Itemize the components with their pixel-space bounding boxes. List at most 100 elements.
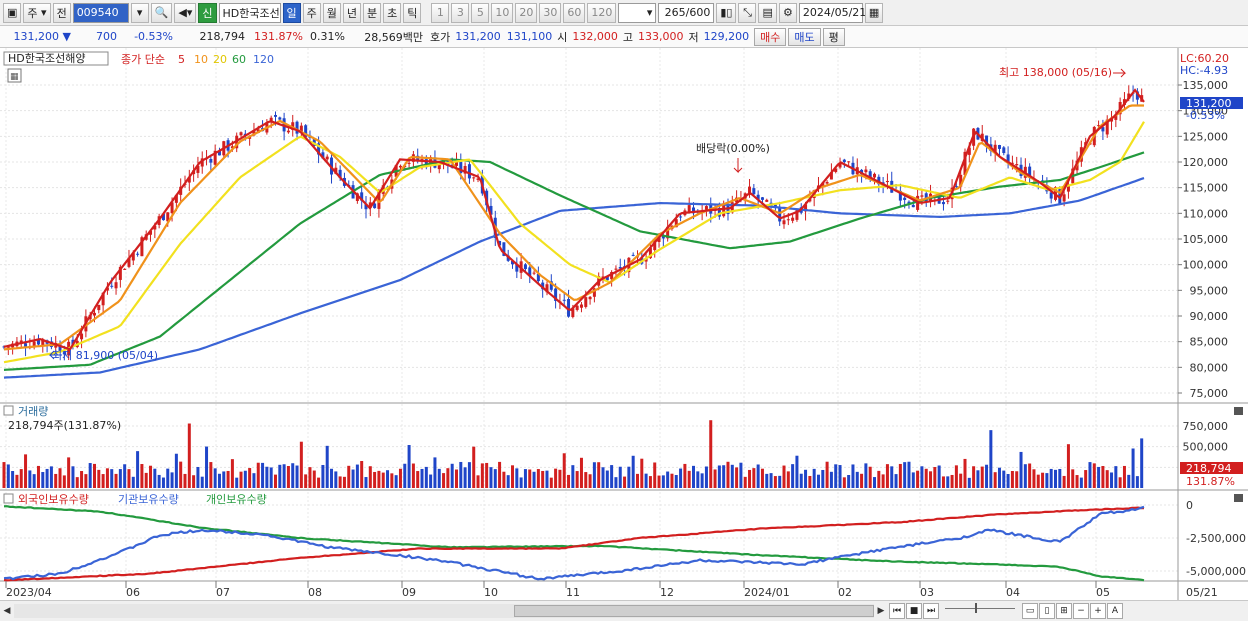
volume-bar [454, 469, 458, 488]
ma-20-label: 20 [213, 53, 227, 66]
volume-bar [722, 465, 726, 488]
holding-close-icon[interactable] [1234, 494, 1243, 502]
candle-icon[interactable]: ▮▯ [716, 2, 737, 23]
volume-bar [653, 462, 657, 488]
last-page-icon[interactable]: ⏭ [923, 603, 939, 619]
code-dropdown-icon[interactable]: ▾ [130, 2, 149, 23]
volume-bar [1127, 474, 1131, 488]
volume-bar [730, 464, 734, 488]
volume-bar [954, 465, 958, 488]
candle-body [1015, 164, 1019, 166]
volume-bar [299, 441, 303, 488]
count-input[interactable]: 265/600 [658, 2, 715, 23]
sell-button[interactable]: 매도 [788, 27, 821, 46]
zoom-in-icon[interactable]: + [1090, 603, 1106, 619]
scroll-right-icon[interactable]: ▶ [874, 603, 888, 619]
candle-body [286, 130, 290, 133]
chart-scrollbar[interactable]: ◀ ▶ ⏮ ■ ⏭ ▭ ▯ ⊞ − + A [0, 600, 1248, 621]
crosshair-icon[interactable]: ⤡ [738, 2, 757, 23]
save-icon[interactable]: ▤ [758, 2, 777, 23]
volume-panel-icon[interactable] [3, 405, 14, 416]
tab-day[interactable]: 일 [282, 2, 301, 23]
period-select[interactable]: 주 ▾ [23, 2, 51, 23]
layout-icon[interactable]: ▣ [3, 2, 22, 23]
candle-body [704, 206, 708, 210]
scroll-track[interactable] [14, 604, 874, 618]
tab-tick[interactable]: 틱 [403, 2, 422, 23]
time-tick-label: 09 [402, 586, 416, 599]
volume-bar [118, 469, 122, 488]
zoom-out-icon[interactable]: − [1073, 603, 1089, 619]
volume-bar [377, 470, 381, 488]
volume-bar [252, 473, 256, 488]
tab-minute[interactable]: 분 [363, 2, 382, 23]
stock-chart[interactable]: 135,000130,000125,000120,000115,000110,0… [0, 48, 1248, 600]
interval-custom-input[interactable]: ▾ [618, 2, 657, 23]
volume-bar [916, 470, 920, 488]
interval-60[interactable]: 60 [563, 2, 586, 23]
buy-button[interactable]: 매수 [754, 27, 787, 46]
tab-month[interactable]: 월 [322, 2, 341, 23]
volume-bar [442, 473, 446, 488]
stock-code-input[interactable]: 009540 [72, 2, 129, 23]
price-tick-label: 90,000 [1190, 310, 1229, 323]
volume-close-icon[interactable] [1234, 407, 1243, 415]
time-tick-label: 05 [1096, 586, 1110, 599]
volume-bar [429, 474, 433, 488]
price-value: 131,200 [13, 30, 60, 43]
interval-20[interactable]: 20 [515, 2, 538, 23]
volume-bar [644, 473, 648, 488]
layout-icon-b[interactable]: ▯ [1039, 603, 1055, 619]
layout-icon-c[interactable]: ⊞ [1056, 603, 1072, 619]
hc-label: HC:-4.93 [1180, 64, 1228, 77]
volume-bar [493, 469, 497, 488]
volume-bar [1101, 466, 1105, 488]
bid-label: 호가 [430, 30, 451, 44]
volume-bar [200, 476, 204, 488]
gear-icon[interactable]: ⚙ [778, 2, 797, 23]
interval-3[interactable]: 3 [451, 2, 470, 23]
scroll-left-icon[interactable]: ◀ [0, 603, 14, 619]
search-icon[interactable]: 🔍 [150, 2, 173, 23]
interval-5[interactable]: 5 [471, 2, 490, 23]
tab-second[interactable]: 초 [383, 2, 402, 23]
tab-week[interactable]: 주 [302, 2, 321, 23]
holding-panel-icon[interactable] [3, 493, 14, 504]
stock-name-field[interactable]: HD한국조선 [218, 2, 281, 23]
volume-bar [1140, 438, 1144, 488]
candle-body [885, 180, 889, 183]
price-tick-label: 115,000 [1183, 182, 1229, 195]
volume-bar [1002, 470, 1006, 488]
volume-bar [911, 472, 915, 488]
scroll-thumb[interactable] [514, 605, 874, 617]
first-page-icon[interactable]: ⏮ [889, 603, 905, 619]
volume-bar [67, 457, 71, 488]
candle-body [114, 282, 118, 289]
date-input[interactable]: 2024/05/21 [798, 2, 866, 23]
interval-10[interactable]: 10 [491, 2, 514, 23]
speaker-icon[interactable]: ◀▾ [174, 2, 197, 23]
volume-bar [467, 462, 471, 488]
calendar-icon[interactable]: ▦ [864, 2, 884, 23]
tab-year[interactable]: 년 [342, 2, 361, 23]
volume-bar [15, 474, 19, 488]
font-size-icon[interactable]: A [1107, 603, 1123, 619]
prev-button[interactable]: 전 [52, 2, 71, 23]
individual-holding-label: 개인보유수량 [206, 493, 267, 506]
eval-button[interactable]: 평 [822, 27, 845, 46]
volume-bar [170, 472, 174, 488]
interval-1[interactable]: 1 [431, 2, 450, 23]
layout-icon-a[interactable]: ▭ [1022, 603, 1038, 619]
volume-bar [84, 474, 88, 488]
volume-bar [898, 463, 902, 488]
volume-bar [424, 466, 428, 488]
interval-120[interactable]: 120 [587, 2, 617, 23]
interval-30[interactable]: 30 [539, 2, 562, 23]
stop-icon[interactable]: ■ [906, 603, 922, 619]
volume-bar [1041, 472, 1045, 488]
volume-bar [631, 455, 635, 488]
candle-body [209, 158, 213, 163]
price-tick-label: 100,000 [1183, 259, 1229, 272]
zoom-slider[interactable] [945, 603, 1015, 614]
volume-bar [11, 471, 15, 488]
